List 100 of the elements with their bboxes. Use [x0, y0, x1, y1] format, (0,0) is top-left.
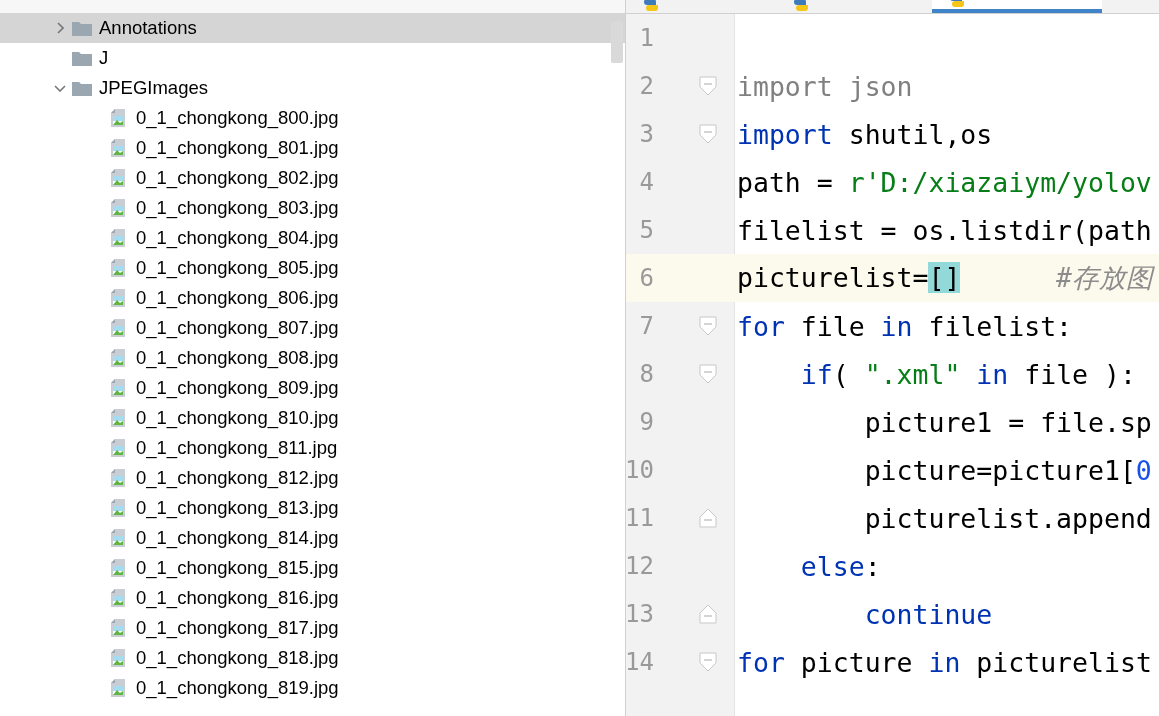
- image-file-icon: [111, 469, 125, 487]
- folder-icon: [72, 50, 92, 66]
- code-line: for file in filelist:: [737, 310, 1073, 342]
- line-number: 2: [638, 71, 655, 102]
- tree-row[interactable]: Annotations: [0, 13, 625, 43]
- editor-tab[interactable]: [932, 0, 1102, 13]
- code-line: import json: [737, 70, 913, 102]
- code-line: path = r'D:/xiazaiym/yolov: [737, 166, 1152, 198]
- tree-row[interactable]: 0_1_chongkong_810.jpg: [0, 403, 625, 433]
- file-name: 0_1_chongkong_800.jpg: [136, 107, 339, 129]
- tree-row[interactable]: 0_1_chongkong_814.jpg: [0, 523, 625, 553]
- tree-row[interactable]: J: [0, 43, 625, 73]
- line-number: 8: [638, 359, 655, 390]
- line-number: 11: [626, 503, 655, 534]
- file-name: 0_1_chongkong_802.jpg: [136, 167, 339, 189]
- tree-row[interactable]: 0_1_chongkong_801.jpg: [0, 133, 625, 163]
- python-file-icon: [644, 0, 658, 11]
- tree-row[interactable]: 0_1_chongkong_804.jpg: [0, 223, 625, 253]
- line-number: 7: [638, 311, 655, 342]
- tree-row[interactable]: 0_1_chongkong_812.jpg: [0, 463, 625, 493]
- folder-name: JPEGImages: [99, 77, 208, 99]
- image-file-icon: [111, 409, 125, 427]
- image-file-icon: [111, 649, 125, 667]
- image-file-icon: [111, 349, 125, 367]
- python-file-icon: [794, 0, 808, 11]
- file-name: 0_1_chongkong_815.jpg: [136, 557, 339, 579]
- file-name: 0_1_chongkong_805.jpg: [136, 257, 339, 279]
- tree-row[interactable]: 0_1_chongkong_800.jpg: [0, 103, 625, 133]
- line-number: 9: [638, 407, 655, 438]
- file-name: 0_1_chongkong_807.jpg: [136, 317, 339, 339]
- fold-end-icon[interactable]: [699, 508, 717, 528]
- tree-row[interactable]: 0_1_chongkong_815.jpg: [0, 553, 625, 583]
- code-line: import shutil,os: [737, 118, 993, 150]
- image-file-icon: [111, 319, 125, 337]
- image-file-icon: [111, 439, 125, 457]
- tree-row[interactable]: 0_1_chongkong_806.jpg: [0, 283, 625, 313]
- tree-row[interactable]: 0_1_chongkong_802.jpg: [0, 163, 625, 193]
- fold-collapse-icon[interactable]: [699, 364, 717, 384]
- tree-row[interactable]: 0_1_chongkong_819.jpg: [0, 673, 625, 703]
- image-file-icon: [111, 679, 125, 697]
- code-line: picture1 = file.sp: [863, 406, 1152, 438]
- fold-collapse-icon[interactable]: [699, 124, 717, 144]
- fold-collapse-icon[interactable]: [699, 652, 717, 672]
- tree-row[interactable]: 0_1_chongkong_809.jpg: [0, 373, 625, 403]
- line-number: 10: [626, 455, 655, 486]
- image-file-icon: [111, 259, 125, 277]
- code-line: continue: [863, 598, 993, 630]
- folder-name: Annotations: [99, 17, 197, 39]
- image-file-icon: [111, 529, 125, 547]
- fold-collapse-icon[interactable]: [699, 316, 717, 336]
- folder-name: J: [99, 47, 109, 69]
- fold-collapse-icon[interactable]: [699, 76, 717, 96]
- scrollbar-thumb[interactable]: [611, 21, 623, 63]
- code-line: filelist = os.listdir(path: [737, 214, 1152, 246]
- file-name: 0_1_chongkong_813.jpg: [136, 497, 339, 519]
- tree-row[interactable]: 0_1_chongkong_818.jpg: [0, 643, 625, 673]
- file-name: 0_1_chongkong_804.jpg: [136, 227, 339, 249]
- tree-row[interactable]: 0_1_chongkong_813.jpg: [0, 493, 625, 523]
- line-number: 5: [638, 215, 655, 246]
- file-name: 0_1_chongkong_810.jpg: [136, 407, 339, 429]
- chevron-down-icon[interactable]: [54, 84, 66, 92]
- image-file-icon: [111, 199, 125, 217]
- image-file-icon: [111, 499, 125, 517]
- line-number: 12: [626, 551, 655, 582]
- line-number: 6: [638, 263, 655, 294]
- code-line: picturelist=[] #存放图: [737, 261, 1154, 295]
- image-file-icon: [111, 289, 125, 307]
- file-name: 0_1_chongkong_814.jpg: [136, 527, 339, 549]
- tree-row[interactable]: 0_1_chongkong_805.jpg: [0, 253, 625, 283]
- tree-row[interactable]: 0_1_chongkong_807.jpg: [0, 313, 625, 343]
- code-line: else:: [799, 550, 881, 582]
- image-file-icon: [111, 379, 125, 397]
- code-line: for picture in picturelist: [737, 646, 1152, 678]
- tree-row[interactable]: 0_1_chongkong_803.jpg: [0, 193, 625, 223]
- file-name: 0_1_chongkong_811.jpg: [136, 437, 338, 459]
- line-number: 13: [626, 599, 655, 630]
- image-file-icon: [111, 139, 125, 157]
- chevron-right-icon[interactable]: [56, 22, 64, 34]
- file-name: 0_1_chongkong_806.jpg: [136, 287, 339, 309]
- tree-row[interactable]: 0_1_chongkong_817.jpg: [0, 613, 625, 643]
- tree-row[interactable]: 0_1_chongkong_808.jpg: [0, 343, 625, 373]
- image-file-icon: [111, 169, 125, 187]
- folder-icon: [72, 80, 92, 96]
- file-name: 0_1_chongkong_809.jpg: [136, 377, 339, 399]
- tree-row[interactable]: 0_1_chongkong_811.jpg: [0, 433, 625, 463]
- file-name: 0_1_chongkong_819.jpg: [136, 677, 339, 699]
- code-line: picture=picture1[0: [863, 454, 1152, 486]
- file-name: 0_1_chongkong_818.jpg: [136, 647, 339, 669]
- image-file-icon: [111, 619, 125, 637]
- line-number: 14: [626, 647, 655, 678]
- file-name: 0_1_chongkong_816.jpg: [136, 587, 339, 609]
- image-file-icon: [111, 229, 125, 247]
- tree-row[interactable]: JPEGImages: [0, 73, 625, 103]
- tree-row[interactable]: 0_1_chongkong_816.jpg: [0, 583, 625, 613]
- file-name: 0_1_chongkong_801.jpg: [136, 137, 339, 159]
- code-line: if( ".xml" in file ):: [799, 358, 1136, 390]
- file-name: 0_1_chongkong_817.jpg: [136, 617, 339, 639]
- line-number: 1: [638, 23, 655, 54]
- fold-end-icon[interactable]: [699, 604, 717, 624]
- line-number: 3: [638, 119, 655, 150]
